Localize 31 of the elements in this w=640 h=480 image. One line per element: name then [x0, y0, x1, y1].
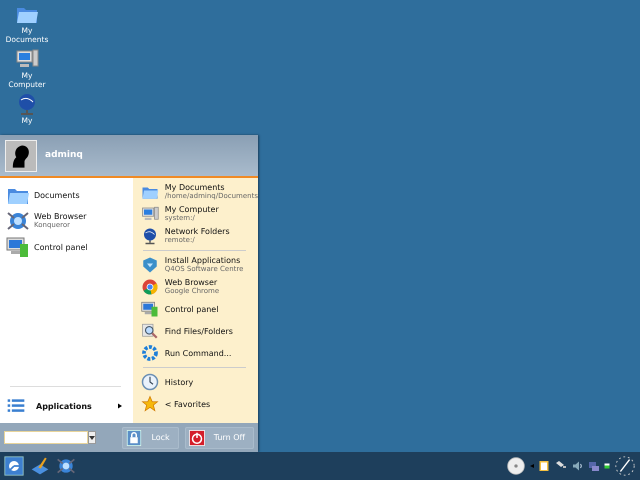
- applications-item[interactable]: Applications: [6, 393, 133, 419]
- start-button-icon[interactable]: [4, 456, 24, 476]
- pen-icon[interactable]: [30, 456, 50, 476]
- chrome-icon: [140, 278, 159, 296]
- menu-item[interactable]: Control panel: [6, 234, 133, 260]
- avatar: [5, 140, 37, 172]
- gear-icon: [140, 344, 159, 362]
- menu-item[interactable]: Run Command...: [140, 342, 258, 364]
- lock-icon: [125, 428, 144, 446]
- disc-icon[interactable]: [506, 456, 526, 476]
- menu-item[interactable]: Documents: [6, 182, 133, 208]
- search-icon: [140, 322, 159, 340]
- menu-item[interactable]: Control panel: [140, 298, 258, 320]
- clock-icon: [140, 373, 159, 391]
- menu-item[interactable]: Find Files/Folders: [140, 320, 258, 342]
- computer-icon: [140, 205, 159, 223]
- dropdown-button[interactable]: [88, 431, 96, 444]
- shield-icon: [140, 256, 159, 274]
- clock-icon[interactable]: [614, 455, 636, 477]
- clipboard-icon[interactable]: [538, 459, 550, 473]
- monitor-icon: [140, 300, 159, 318]
- monitor-icon: [6, 235, 30, 259]
- user-name: adminq: [45, 148, 83, 162]
- caret-icon: [89, 436, 95, 440]
- star-icon: [140, 395, 159, 413]
- power-icon: [188, 428, 206, 446]
- search-field[interactable]: [4, 431, 88, 444]
- speaker-icon[interactable]: [572, 459, 584, 473]
- menu-item[interactable]: History: [140, 371, 258, 393]
- arrow-icon: [116, 403, 123, 409]
- menu-item[interactable]: < Favorites: [140, 393, 258, 415]
